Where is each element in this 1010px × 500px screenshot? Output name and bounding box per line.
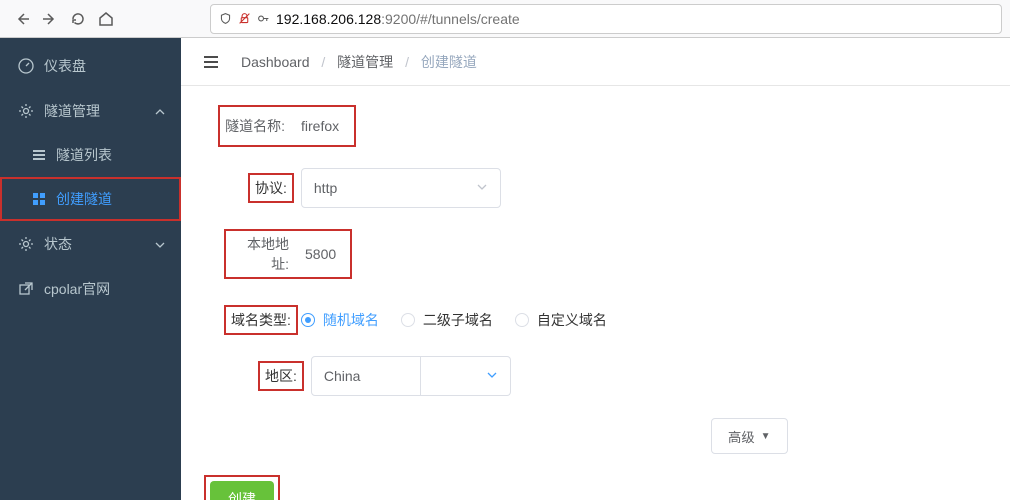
chevron-down-icon <box>154 238 166 250</box>
protocol-select[interactable]: http <box>301 168 501 208</box>
create-icon <box>32 192 46 206</box>
sidebar-item-label: 隧道管理 <box>44 101 100 121</box>
row-protocol: 协议: http <box>201 168 990 208</box>
radio-circle-icon <box>515 313 529 327</box>
forward-button[interactable] <box>36 5 64 33</box>
radio-random-domain[interactable]: 随机域名 <box>301 310 379 330</box>
row-region: 地区: China <box>201 356 990 396</box>
domain-type-label: 域名类型: <box>225 306 297 334</box>
sidebar-item-label: cpolar官网 <box>44 279 110 299</box>
breadcrumb-separator: / <box>321 54 325 70</box>
sidebar-item-tunnel-create[interactable]: 创建隧道 <box>0 177 181 221</box>
region-select-chevron-area[interactable] <box>421 356 511 396</box>
radio-label: 随机域名 <box>323 310 379 330</box>
radio-subdomain[interactable]: 二级子域名 <box>401 310 493 330</box>
radio-circle-icon <box>401 313 415 327</box>
hamburger-icon <box>201 52 221 72</box>
row-domain-type: 域名类型: 随机域名 二级子域名 自定义域名 <box>201 306 990 334</box>
radio-label: 二级子域名 <box>423 310 493 330</box>
form-area: 隧道名称: 协议: http 本地地址: 域名 <box>181 86 1010 500</box>
settings-icon <box>18 103 34 119</box>
list-icon <box>32 148 46 162</box>
tunnel-name-label: 隧道名称: <box>223 116 297 136</box>
external-link-icon <box>18 281 34 297</box>
chevron-down-icon <box>476 180 488 196</box>
refresh-icon <box>70 11 86 27</box>
sidebar-item-dashboard[interactable]: 仪表盘 <box>0 43 181 88</box>
local-addr-input[interactable] <box>301 238 345 270</box>
protocol-label: 协议: <box>249 174 293 202</box>
region-value: China <box>324 368 361 384</box>
dashboard-icon <box>18 58 34 74</box>
local-addr-label: 本地地址: <box>231 234 301 274</box>
advanced-button-label: 高级 <box>728 427 755 446</box>
radio-label: 自定义域名 <box>537 310 607 330</box>
status-icon <box>18 236 34 252</box>
radio-custom-domain[interactable]: 自定义域名 <box>515 310 607 330</box>
toggle-sidebar-button[interactable] <box>201 52 221 72</box>
arrow-left-icon <box>14 11 30 27</box>
refresh-button[interactable] <box>64 5 92 33</box>
create-button-label: 创建 <box>228 491 256 500</box>
home-icon <box>98 11 114 27</box>
tunnel-name-input[interactable] <box>297 110 351 142</box>
breadcrumb-separator: / <box>405 54 409 70</box>
sidebar-item-official-site[interactable]: cpolar官网 <box>0 266 181 311</box>
row-create: 创建 <box>201 476 990 500</box>
url-bar[interactable]: 192.168.206.128:9200/#/tunnels/create <box>210 4 1002 34</box>
sidebar-item-label: 仪表盘 <box>44 56 86 76</box>
url-path: :9200/#/tunnels/create <box>381 11 520 27</box>
breadcrumb-item[interactable]: Dashboard <box>241 54 310 70</box>
chevron-down-icon <box>486 368 498 384</box>
back-button[interactable] <box>8 5 36 33</box>
triangle-down-icon: ▼ <box>761 431 771 442</box>
key-icon <box>257 12 270 25</box>
sidebar-item-tunnel-mgmt[interactable]: 隧道管理 <box>0 88 181 133</box>
advanced-button[interactable]: 高级 ▼ <box>711 418 788 454</box>
sidebar: 仪表盘 隧道管理 隧道列表 创建隧道 状态 cpolar官网 <box>0 38 181 500</box>
app-container: 仪表盘 隧道管理 隧道列表 创建隧道 状态 cpolar官网 <box>0 38 1010 500</box>
main-panel: Dashboard / 隧道管理 / 创建隧道 隧道名称: 协议: http <box>181 38 1010 500</box>
sidebar-item-label: 隧道列表 <box>56 145 112 165</box>
shield-icon <box>219 12 232 25</box>
arrow-right-icon <box>42 11 58 27</box>
home-button[interactable] <box>92 5 120 33</box>
browser-toolbar: 192.168.206.128:9200/#/tunnels/create <box>0 0 1010 38</box>
sidebar-item-label: 状态 <box>44 234 72 254</box>
sidebar-item-label: 创建隧道 <box>56 189 112 209</box>
radio-circle-icon <box>301 313 315 327</box>
permission-icon <box>238 12 251 25</box>
url-host: 192.168.206.128 <box>276 11 381 27</box>
row-local-addr: 本地地址: <box>201 230 990 278</box>
topbar: Dashboard / 隧道管理 / 创建隧道 <box>181 38 1010 86</box>
breadcrumb-item-active: 创建隧道 <box>421 54 477 70</box>
sidebar-item-status[interactable]: 状态 <box>0 221 181 266</box>
region-select[interactable]: China <box>311 356 421 396</box>
create-button[interactable]: 创建 <box>210 481 274 500</box>
breadcrumb-item[interactable]: 隧道管理 <box>337 54 393 70</box>
protocol-value: http <box>314 180 337 196</box>
breadcrumb: Dashboard / 隧道管理 / 创建隧道 <box>241 52 477 72</box>
row-advanced: 高级 ▼ <box>201 418 990 454</box>
sidebar-item-tunnel-list[interactable]: 隧道列表 <box>0 133 181 177</box>
region-label: 地区: <box>259 362 303 390</box>
chevron-up-icon <box>154 105 166 117</box>
row-tunnel-name: 隧道名称: <box>201 106 990 146</box>
